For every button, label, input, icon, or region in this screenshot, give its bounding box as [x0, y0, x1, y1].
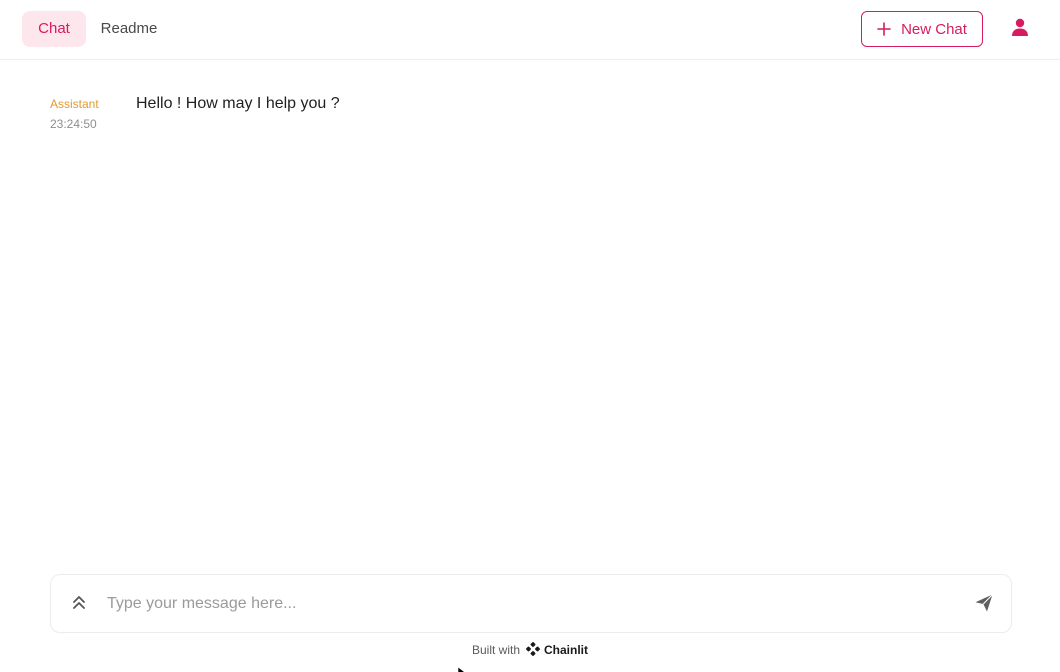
new-chat-label: New Chat [901, 20, 967, 38]
chainlit-brand-link[interactable]: Chainlit [526, 641, 589, 659]
message-content: Hello ! How may I help you ? [136, 95, 340, 112]
tab-readme[interactable]: Readme [90, 11, 168, 47]
message-timestamp: 23:24:50 [50, 117, 97, 131]
chainlit-brand-name: Chainlit [544, 643, 589, 657]
footer: Built with Chainlit [0, 641, 1060, 659]
chevrons-up-icon [71, 594, 87, 615]
built-with-text: Built with [471, 643, 521, 657]
expand-settings-button[interactable] [69, 594, 89, 614]
message-input[interactable] [107, 589, 947, 619]
plus-icon [877, 22, 891, 36]
chainlit-logo-icon [526, 641, 540, 659]
user-menu-button[interactable] [1006, 15, 1034, 43]
message-composer [50, 574, 1012, 633]
top-bar: Chat Readme New Chat [0, 0, 1060, 60]
user-icon [1010, 17, 1030, 42]
chat-app: Chat Readme New Chat Assistant 23:24:50 … [0, 0, 1060, 672]
tab-chat[interactable]: Chat [22, 11, 86, 47]
send-icon [974, 593, 994, 618]
new-chat-button[interactable]: New Chat [861, 11, 983, 47]
mouse-cursor-icon [457, 663, 469, 672]
message-author: Assistant [50, 97, 99, 111]
send-button[interactable] [973, 593, 995, 618]
